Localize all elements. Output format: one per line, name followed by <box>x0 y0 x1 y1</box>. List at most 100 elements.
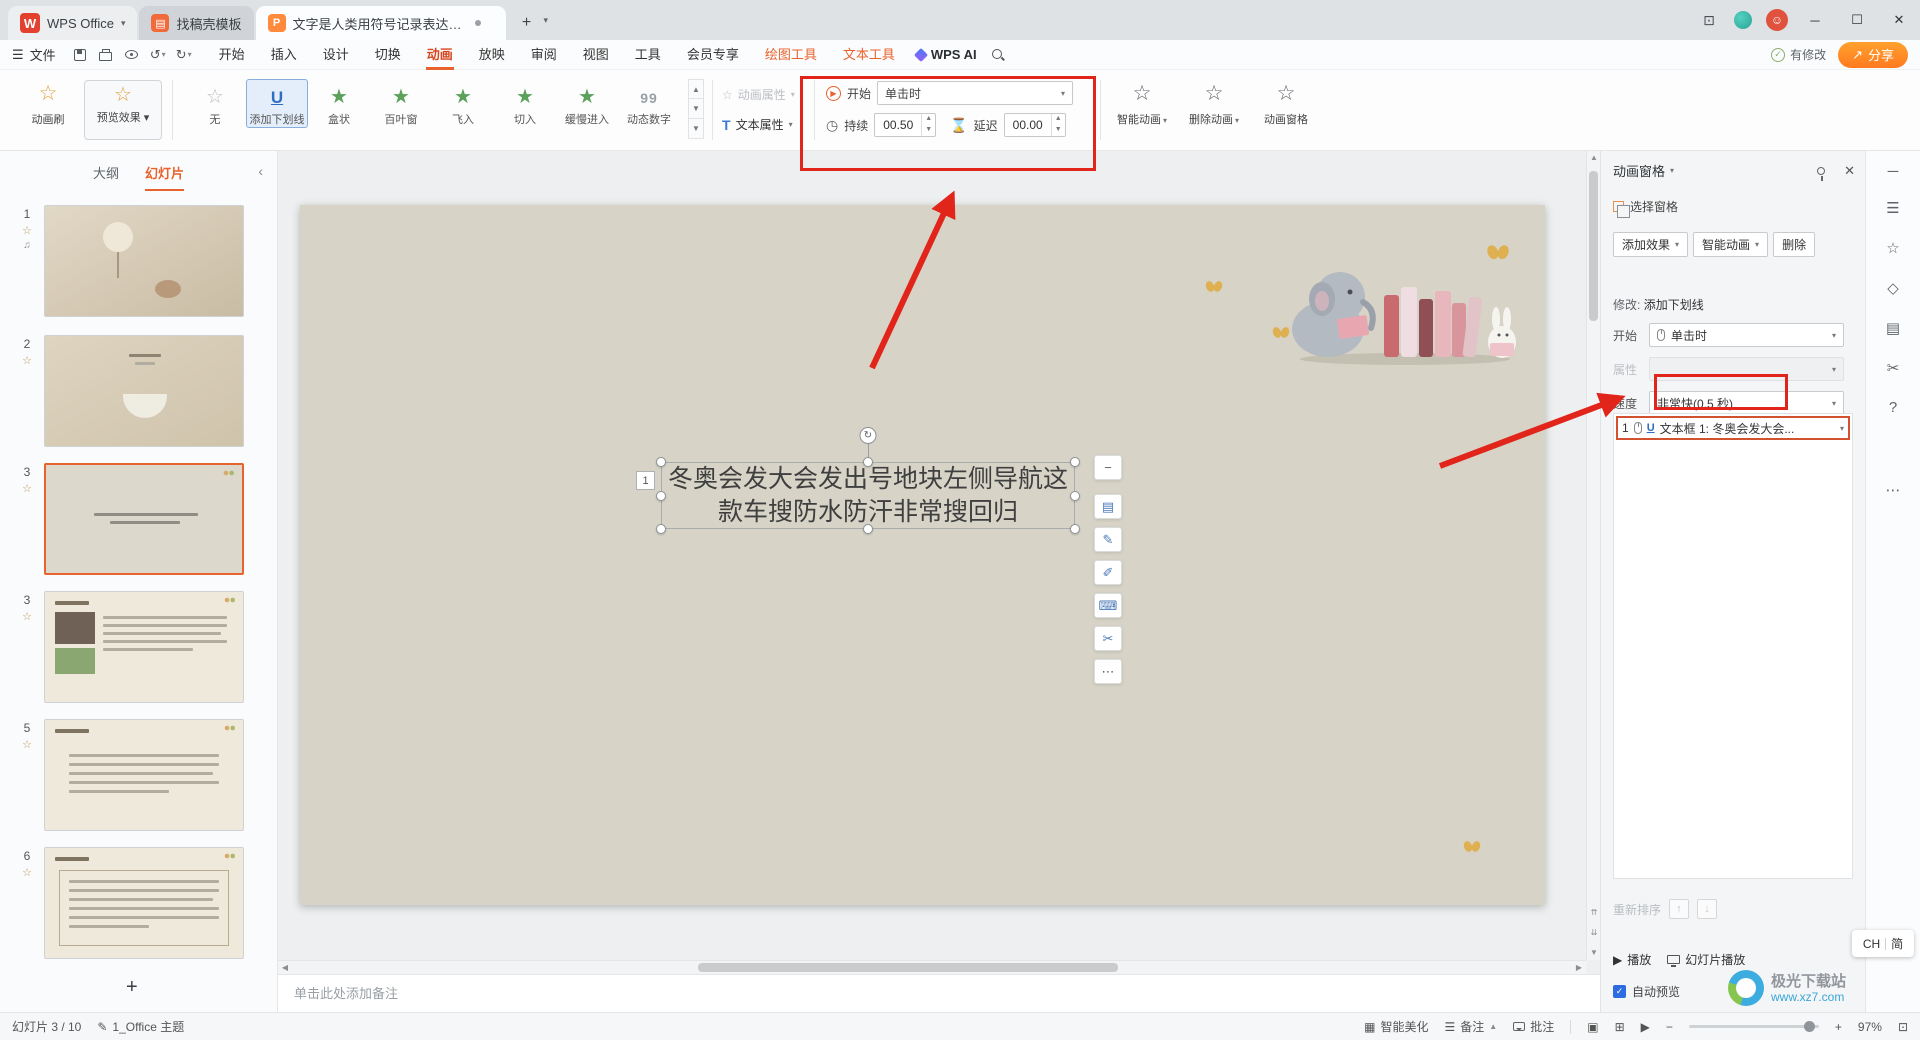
chart-icon[interactable]: ▤ <box>1886 319 1900 337</box>
format-painter-button[interactable]: ✐ <box>1094 560 1122 585</box>
collapse-panel-icon[interactable]: ‹ <box>258 163 263 179</box>
tab-animation[interactable]: 动画 <box>414 40 466 70</box>
slide-thumbnail-3-selected[interactable] <box>44 463 244 575</box>
chevron-down-icon[interactable]: ▾ <box>1061 89 1065 98</box>
notes-bar[interactable]: 单击此处添加备注 <box>278 974 1600 1012</box>
tab-current-document[interactable]: P 文字是人类用符号记录表达信息以... <box>256 6 506 40</box>
present-button[interactable]: ⌨ <box>1094 593 1122 618</box>
zoom-slider-thumb[interactable] <box>1804 1021 1815 1032</box>
tab-tools[interactable]: 工具 <box>622 40 674 70</box>
clip-icon[interactable]: ✂ <box>1887 359 1900 377</box>
delete-effect-button[interactable]: 删除 <box>1773 232 1815 257</box>
normal-view-button[interactable]: ▣ <box>1587 1020 1598 1034</box>
chevron-down-icon[interactable]: ▾ <box>121 18 126 29</box>
chevron-down-icon[interactable]: ▾ <box>1755 240 1759 249</box>
chevron-up-icon[interactable]: ▲ <box>1489 1022 1497 1031</box>
gallery-scroll-up-icon[interactable]: ▲ <box>688 79 704 99</box>
search-icon[interactable] <box>991 48 1005 62</box>
slideshow-play-button[interactable]: 幻灯片播放 <box>1667 951 1745 968</box>
print-button[interactable] <box>94 43 118 67</box>
tab-insert[interactable]: 插入 <box>258 40 310 70</box>
selection-pane-button[interactable]: 选择窗格 <box>1613 198 1678 215</box>
slide-thumbnail-2[interactable] <box>44 335 244 447</box>
collapse-toolbar-button[interactable]: − <box>1094 455 1122 480</box>
delete-animation-button[interactable]: ☆ 删除动画▾ <box>1182 79 1246 127</box>
modified-status[interactable]: ✓ 有修改 <box>1771 46 1826 63</box>
tab-drawing-tools[interactable]: 绘图工具 <box>752 40 830 70</box>
avatar[interactable]: ☺ <box>1760 0 1794 40</box>
properties-icon[interactable]: ☰ <box>1886 199 1899 217</box>
comments-button[interactable]: 批注 <box>1513 1018 1554 1035</box>
play-button[interactable]: ▶ 播放 <box>1613 951 1651 968</box>
effect-blinds[interactable]: ★ 百叶窗 <box>370 79 432 128</box>
slide-thumbnail-5[interactable] <box>44 719 244 831</box>
help-icon[interactable]: ? <box>1889 399 1897 416</box>
smart-animation-button[interactable]: ☆ 智能动画▾ <box>1110 79 1174 127</box>
tab-design[interactable]: 设计 <box>310 40 362 70</box>
minimize-button[interactable]: ─ <box>1794 0 1836 40</box>
tab-home[interactable]: 开始 <box>206 40 258 70</box>
slide-sorter-view-button[interactable]: ⊞ <box>1615 1020 1625 1034</box>
spin-up-icon[interactable]: ▲ <box>922 114 935 125</box>
text-property-button[interactable]: T 文本属性 ▾ <box>722 116 793 133</box>
slide-thumbnail-4[interactable] <box>44 591 244 703</box>
preview-effect-button[interactable]: ☆ 预览效果 ▾ <box>84 80 162 140</box>
undo-button[interactable]: ↺▾ <box>146 43 170 67</box>
tab-list-chevron-icon[interactable]: ▾ <box>544 15 549 26</box>
zoom-in-button[interactable]: + <box>1835 1020 1842 1034</box>
effect-fly-in[interactable]: ★ 飞入 <box>432 79 494 128</box>
tab-template-store[interactable]: ▤ 找稿壳模板 <box>139 6 253 40</box>
effect-cut-in[interactable]: ★ 切入 <box>494 79 556 128</box>
speed-dropdown[interactable]: 非常快(0.5 秒) ▾ <box>1649 391 1844 415</box>
zoom-level[interactable]: 97% <box>1858 1020 1882 1034</box>
previous-slide-icon[interactable]: ⇈ <box>1587 906 1601 920</box>
next-slide-icon[interactable]: ⇊ <box>1587 926 1601 940</box>
gallery-scroll-down-icon[interactable]: ▼ <box>688 99 704 119</box>
fit-window-icon[interactable]: ⊡ <box>1898 1020 1908 1034</box>
chevron-down-icon[interactable]: ▾ <box>1675 240 1679 249</box>
effect-dynamic-number[interactable]: 99 动态数字 <box>618 79 680 128</box>
tab-view[interactable]: 视图 <box>570 40 622 70</box>
selection-handle[interactable] <box>656 491 666 501</box>
scroll-right-icon[interactable]: ▶ <box>1572 961 1586 975</box>
wps-ai-button[interactable]: WPS AI <box>916 47 977 62</box>
share-button[interactable]: ↗ 分享 <box>1838 42 1908 68</box>
chevron-down-icon[interactable]: ▾ <box>1832 331 1836 340</box>
scroll-up-icon[interactable]: ▲ <box>1587 151 1601 165</box>
slideshow-view-button[interactable]: ▶ <box>1641 1020 1650 1034</box>
rotation-handle[interactable]: ↻ <box>860 427 877 444</box>
duration-spinner[interactable]: 00.50 ▲▼ <box>874 113 936 137</box>
undo-chevron-icon[interactable]: ▾ <box>162 50 166 59</box>
tab-outline[interactable]: 大纲 <box>93 163 119 182</box>
layers-button[interactable]: ▤ <box>1094 494 1122 519</box>
edit-style-button[interactable]: ✎ <box>1094 527 1122 552</box>
tab-wps-home[interactable]: W WPS Office ▾ <box>8 6 137 40</box>
selection-handle[interactable] <box>656 524 666 534</box>
selection-handle[interactable] <box>1070 457 1080 467</box>
slide-thumbnail-1[interactable] <box>44 205 244 317</box>
selection-handle[interactable] <box>1070 491 1080 501</box>
animation-painter-button[interactable]: ☆ 动画刷 <box>18 79 78 127</box>
smart-animation-pane-button[interactable]: 智能动画 ▾ <box>1693 232 1768 257</box>
close-pane-icon[interactable]: ✕ <box>1844 163 1855 179</box>
zoom-slider[interactable] <box>1689 1025 1819 1028</box>
vertical-scroll-thumb[interactable] <box>1589 171 1598 321</box>
chevron-down-icon[interactable]: ▾ <box>141 112 150 124</box>
selection-handle[interactable] <box>1070 524 1080 534</box>
slide-thumbnail-6[interactable] <box>44 847 244 959</box>
selection-handle[interactable] <box>863 524 873 534</box>
gallery-expand-icon[interactable]: ▼ <box>688 119 704 139</box>
horizontal-scrollbar[interactable]: ◀ ▶ <box>278 960 1586 974</box>
scroll-down-icon[interactable]: ▼ <box>1587 946 1601 960</box>
slide-3-canvas[interactable]: 冬奥会发大会发出号地块左侧导航这 款车搜防水防汗非常搜回归 1 ↻ − ▤ <box>300 205 1545 905</box>
animation-pane-button[interactable]: ☆ 动画窗格 <box>1254 79 1318 127</box>
save-button[interactable] <box>68 43 92 67</box>
more-tools-icon[interactable]: ⋯ <box>1886 481 1901 499</box>
shapes-icon[interactable]: ◇ <box>1887 279 1899 297</box>
tab-text-tools[interactable]: 文本工具 <box>830 40 908 70</box>
chevron-down-icon[interactable]: ▾ <box>1235 116 1239 125</box>
ime-indicator[interactable]: CH 简 <box>1852 930 1914 957</box>
theme-indicator[interactable]: ✎ 1_Office 主题 <box>97 1018 184 1035</box>
selection-handle[interactable] <box>656 457 666 467</box>
chevron-down-icon[interactable]: ▾ <box>1670 166 1674 175</box>
